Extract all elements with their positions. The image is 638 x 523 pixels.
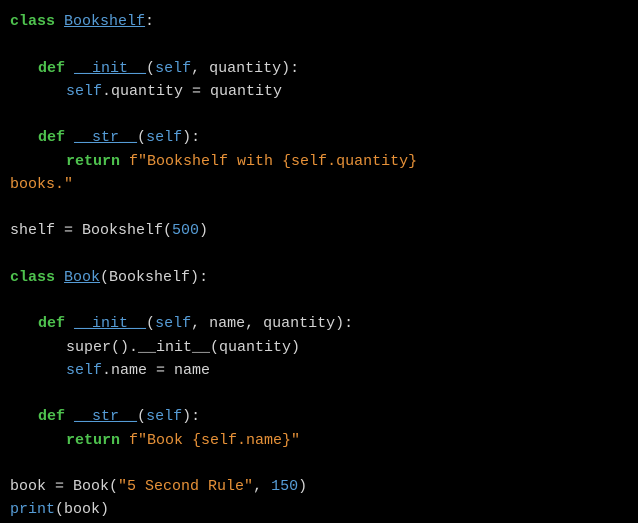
code-line: def __init__(self, name, quantity): — [10, 312, 628, 335]
super-call: super().__init__(quantity) — [66, 339, 300, 356]
code-line: super().__init__(quantity) — [10, 336, 628, 359]
class-keyword: class — [10, 13, 55, 30]
self-param: self — [155, 60, 191, 77]
def-keyword: def — [38, 60, 65, 77]
number-literal: 500 — [172, 222, 199, 239]
string-literal: "5 Second Rule" — [118, 478, 253, 495]
self-param: self — [146, 129, 182, 146]
self-attr: self — [66, 362, 102, 379]
code-editor: class Bookshelf: def __init__(self, quan… — [10, 10, 628, 522]
method-str: __str__ — [74, 408, 137, 425]
code-line: books." — [10, 173, 628, 196]
code-line: def __str__(self): — [10, 126, 628, 149]
def-keyword: def — [38, 129, 65, 146]
code-line: self.name = name — [10, 359, 628, 382]
code-line: return f"Book {self.name}" — [10, 429, 628, 452]
return-keyword: return — [66, 153, 120, 170]
print-function: print — [10, 501, 55, 518]
code-line: return f"Bookshelf with {self.quantity} — [10, 150, 628, 173]
number-literal: 150 — [271, 478, 298, 495]
code-line: print(book) — [10, 498, 628, 521]
method-init: __init__ — [74, 315, 146, 332]
blank-line — [10, 196, 628, 219]
fstring: f"Book {self.name}" — [129, 432, 300, 449]
class-name-bookshelf: Bookshelf — [64, 13, 145, 30]
self-attr: self — [66, 83, 102, 100]
self-param: self — [155, 315, 191, 332]
return-keyword: return — [66, 432, 120, 449]
self-param: self — [146, 408, 182, 425]
def-keyword: def — [38, 315, 65, 332]
code-line: class Book(Bookshelf): — [10, 266, 628, 289]
method-init: __init__ — [74, 60, 146, 77]
code-line: shelf = Bookshelf(500) — [10, 219, 628, 242]
code-line: self.quantity = quantity — [10, 80, 628, 103]
blank-line — [10, 33, 628, 56]
blank-line — [10, 289, 628, 312]
code-line: def __init__(self, quantity): — [10, 57, 628, 80]
def-keyword: def — [38, 408, 65, 425]
blank-line — [10, 243, 628, 266]
code-line: class Bookshelf: — [10, 10, 628, 33]
fstring-continuation: books." — [10, 176, 73, 193]
class-name-book: Book — [64, 269, 100, 286]
method-str: __str__ — [74, 129, 137, 146]
blank-line — [10, 452, 628, 475]
code-line: book = Book("5 Second Rule", 150) — [10, 475, 628, 498]
code-line: def __str__(self): — [10, 405, 628, 428]
blank-line — [10, 103, 628, 126]
fstring: f"Bookshelf with {self.quantity} — [129, 153, 417, 170]
class-keyword: class — [10, 269, 55, 286]
blank-line — [10, 382, 628, 405]
